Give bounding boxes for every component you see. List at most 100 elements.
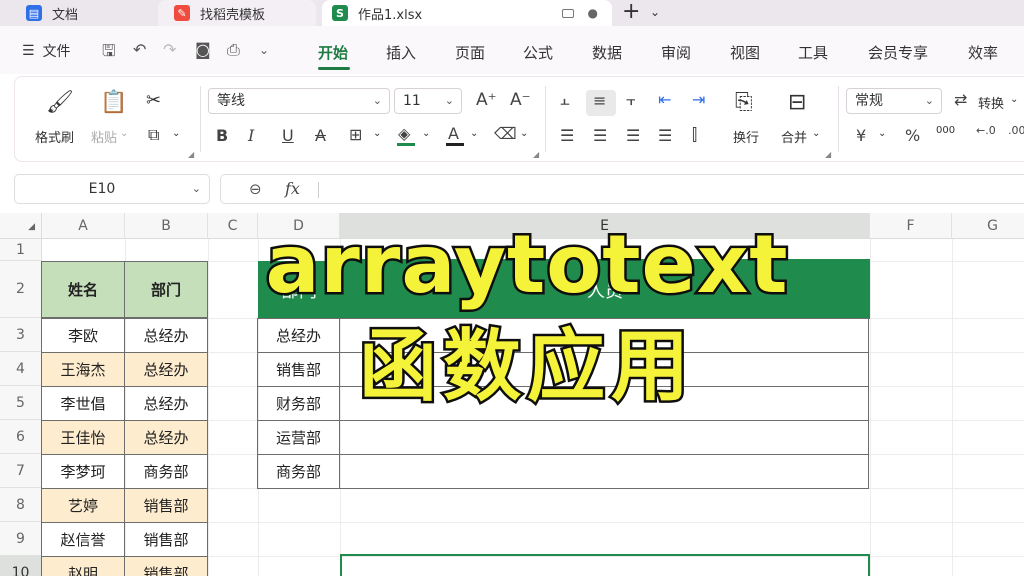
- thousands-separator-icon[interactable]: 000: [936, 125, 955, 136]
- tab-close-dot-icon[interactable]: ●: [588, 6, 598, 20]
- merge-cells-label[interactable]: 合并: [781, 127, 807, 146]
- tab-page[interactable]: 页面: [455, 42, 485, 63]
- number-format-select[interactable]: 常规 ⌄: [846, 88, 942, 114]
- row-header-9[interactable]: 9: [0, 522, 42, 556]
- cut-icon[interactable]: ✂: [146, 90, 161, 111]
- table-cell[interactable]: 赵信誉: [41, 522, 125, 557]
- merge-chevron-icon[interactable]: ⌄: [812, 128, 820, 139]
- align-middle-icon[interactable]: ≡: [593, 91, 606, 110]
- distributed-icon[interactable]: ⫿: [692, 125, 697, 145]
- font-color-chevron-icon[interactable]: ⌄: [470, 128, 478, 139]
- tab-review[interactable]: 审阅: [661, 42, 691, 63]
- justify-icon[interactable]: ☰: [658, 126, 672, 145]
- align-left-icon[interactable]: ☰: [560, 126, 574, 145]
- table-cell[interactable]: 艺婷: [41, 488, 125, 523]
- format-painter-label[interactable]: 格式刷: [35, 127, 74, 146]
- paste-label[interactable]: 粘贴: [91, 127, 117, 146]
- increase-font-size-icon[interactable]: A⁺: [476, 90, 497, 110]
- font-size-select[interactable]: 11 ⌄: [394, 88, 462, 114]
- tab-efficiency[interactable]: 效率: [968, 42, 998, 63]
- wrap-text-icon[interactable]: ⎘: [735, 90, 753, 115]
- convert-chevron-icon[interactable]: ⌄: [1010, 94, 1018, 105]
- clear-format-icon[interactable]: ⌫: [494, 124, 517, 143]
- align-bottom-icon[interactable]: ⫟: [626, 90, 636, 110]
- strikethrough-icon[interactable]: A: [315, 126, 326, 145]
- align-right-icon[interactable]: ☰: [626, 126, 640, 145]
- table-cell[interactable]: 商务部: [124, 454, 208, 489]
- formula-bar[interactable]: ⊖ fx: [220, 174, 1024, 204]
- table-cell[interactable]: 赵明: [41, 556, 125, 576]
- italic-icon[interactable]: I: [248, 126, 254, 145]
- table-cell[interactable]: 销售部: [124, 522, 208, 557]
- tab-workbook[interactable]: S 作品1.xlsx ●: [322, 0, 612, 26]
- percent-icon[interactable]: %: [905, 126, 920, 145]
- tab-documents[interactable]: ▤ 文档: [0, 0, 150, 26]
- alignment-dialog-launcher-icon[interactable]: ◢: [825, 150, 831, 159]
- zoom-search-icon[interactable]: ⊖: [249, 180, 262, 198]
- decrease-indent-icon[interactable]: ⇤: [658, 90, 671, 109]
- undo-icon[interactable]: ↶: [133, 40, 146, 59]
- table-cell[interactable]: 商务部: [257, 454, 340, 489]
- tab-docer-templates[interactable]: ✎ 找稻壳模板: [158, 0, 316, 26]
- copy-chevron-icon[interactable]: ⌄: [172, 128, 180, 139]
- merge-cells-icon[interactable]: ⊟: [788, 90, 806, 115]
- table-cell[interactable]: 王佳怡: [41, 420, 125, 455]
- wrap-text-label[interactable]: 换行: [733, 127, 759, 146]
- currency-chevron-icon[interactable]: ⌄: [878, 128, 886, 139]
- row-header-10[interactable]: 10: [0, 556, 42, 576]
- align-center-icon[interactable]: ☰: [593, 126, 607, 145]
- borders-icon[interactable]: ⊞: [349, 125, 362, 144]
- fill-color-icon[interactable]: ◈: [398, 124, 410, 143]
- staff-cell[interactable]: [339, 420, 869, 455]
- align-top-icon[interactable]: ⫠: [560, 90, 570, 110]
- row-header-7[interactable]: 7: [0, 454, 42, 488]
- currency-icon[interactable]: ¥: [856, 126, 866, 145]
- tab-view[interactable]: 视图: [730, 42, 760, 63]
- decrease-font-size-icon[interactable]: A⁻: [510, 90, 531, 110]
- tab-formula[interactable]: 公式: [523, 42, 553, 63]
- font-color-icon[interactable]: A: [448, 124, 459, 143]
- print-preview-icon[interactable]: ⎙: [227, 40, 240, 60]
- decrease-decimal-icon[interactable]: .00: [1008, 124, 1024, 137]
- increase-decimal-icon[interactable]: ←.0: [976, 124, 996, 137]
- increase-indent-icon[interactable]: ⇥: [692, 90, 705, 109]
- fx-icon[interactable]: fx: [285, 179, 300, 198]
- tab-member[interactable]: 会员专享: [868, 42, 928, 63]
- camera-icon[interactable]: ◙: [195, 40, 211, 59]
- format-painter-icon[interactable]: 🖌: [46, 90, 74, 115]
- chevron-down-icon[interactable]: ⌄: [650, 5, 660, 19]
- file-menu[interactable]: ☰ 文件: [22, 41, 71, 61]
- more-chevron-icon[interactable]: ⌄: [259, 43, 269, 57]
- redo-icon[interactable]: ↷: [163, 40, 176, 59]
- bold-icon[interactable]: B: [216, 126, 228, 145]
- tab-insert[interactable]: 插入: [386, 42, 416, 63]
- borders-chevron-icon[interactable]: ⌄: [373, 128, 381, 139]
- table-cell[interactable]: 销售部: [124, 556, 208, 576]
- tab-data[interactable]: 数据: [592, 42, 622, 63]
- tab-tools[interactable]: 工具: [798, 42, 828, 63]
- convert-label[interactable]: 转换: [978, 93, 1004, 112]
- clipboard-dialog-launcher-icon[interactable]: ◢: [188, 150, 194, 159]
- font-dialog-launcher-icon[interactable]: ◢: [533, 150, 539, 159]
- table-cell[interactable]: 总经办: [124, 420, 208, 455]
- clear-chevron-icon[interactable]: ⌄: [520, 128, 528, 139]
- copy-icon[interactable]: ⧉: [148, 125, 159, 145]
- new-tab-plus-icon[interactable]: +: [622, 1, 640, 23]
- row-header-8[interactable]: 8: [0, 488, 42, 522]
- monitor-icon[interactable]: [562, 8, 574, 18]
- fill-color-chevron-icon[interactable]: ⌄: [422, 128, 430, 139]
- staff-cell[interactable]: [339, 454, 869, 489]
- table-cell[interactable]: 销售部: [124, 488, 208, 523]
- font-name-select[interactable]: 等线 ⌄: [208, 88, 390, 114]
- save-icon[interactable]: 🖫: [102, 40, 116, 67]
- table-cell[interactable]: 运营部: [257, 420, 340, 455]
- name-box[interactable]: E10 ⌄: [14, 174, 210, 204]
- underline-icon[interactable]: U: [282, 126, 294, 145]
- row-header-6[interactable]: 6: [0, 420, 42, 454]
- active-cell-e10[interactable]: [340, 554, 870, 576]
- paste-icon[interactable]: 📋: [100, 90, 127, 115]
- paste-chevron-icon[interactable]: ⌄: [120, 128, 128, 139]
- tab-home[interactable]: 开始: [318, 42, 348, 63]
- convert-icon[interactable]: ⇄: [954, 90, 967, 109]
- table-cell[interactable]: 李梦珂: [41, 454, 125, 489]
